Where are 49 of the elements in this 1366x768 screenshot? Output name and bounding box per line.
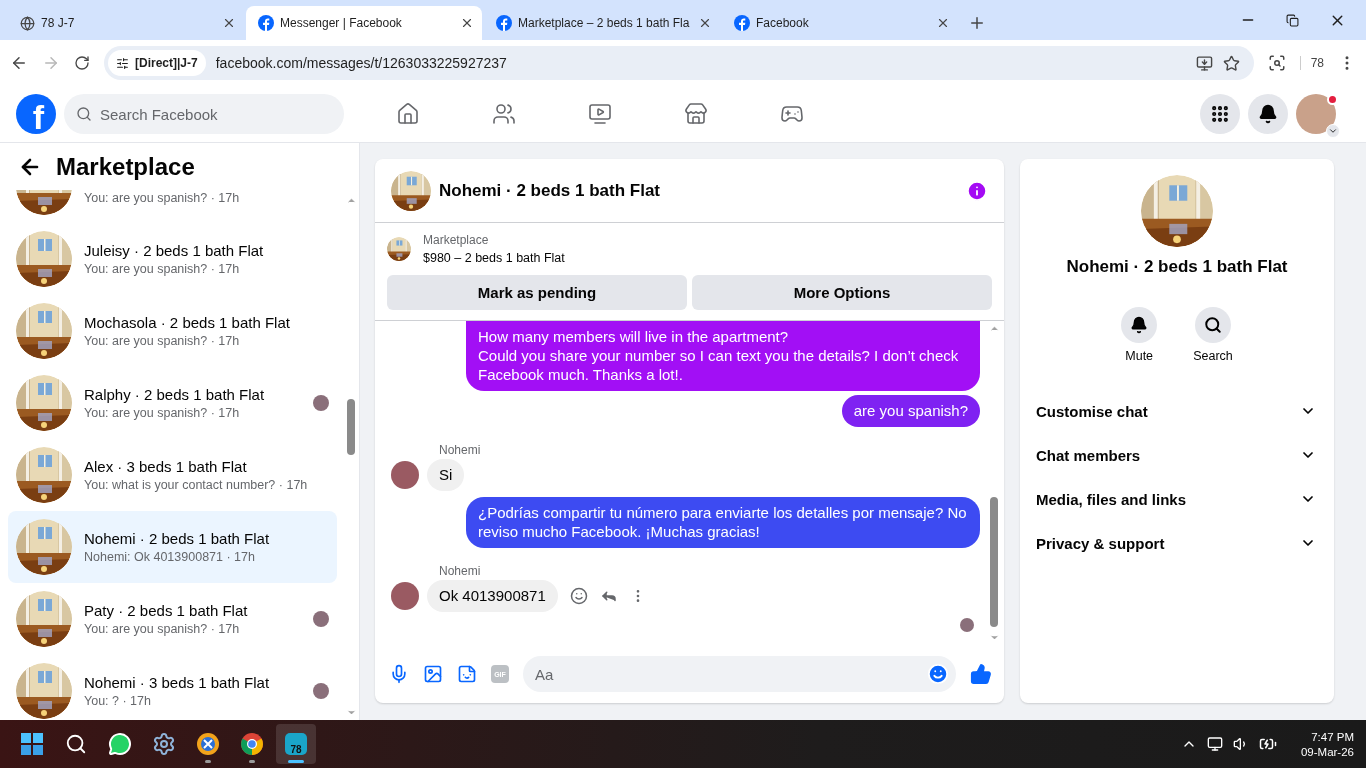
taskbar-button[interactable]: 78: [276, 724, 316, 764]
mark-pending-button[interactable]: Mark as pending: [387, 275, 687, 310]
browser-tab[interactable]: Facebook: [722, 6, 958, 40]
conversation-item[interactable]: Ralphy · 2 beds 1 bath Flat You: are you spanish? · 17h: [8, 367, 337, 439]
sidebar-title: Marketplace: [56, 152, 195, 181]
app-icon: 78: [285, 733, 307, 755]
listing-title[interactable]: $980 – 2 beds 1 bath Flat: [423, 251, 565, 265]
message-preview: You: are you spanish? · 17h: [84, 334, 241, 348]
listing-source: Marketplace: [423, 233, 490, 247]
sent-message: ¿Podrías compartir tu número para enviarte los detalles por mensaje? No reviso mucho Facebook. ¡Muchas gracias!: [466, 497, 980, 548]
action-label: Mute: [1125, 349, 1154, 363]
conversation-item[interactable]: Alex · 3 beds 1 bath Flat You: what is your contact number? · 17h: [8, 439, 337, 511]
section-header[interactable]: Customise chat: [1028, 389, 1326, 433]
conversation-item[interactable]: Paty · 2 beds 1 bath Flat You: are you spanish? · 17h: [8, 583, 337, 655]
chat-title: Nohemi · 2 beds 1 bath Flat: [439, 180, 662, 201]
message-preview: You: ? · 17h: [84, 694, 152, 708]
more-options-button[interactable]: More Options: [692, 275, 992, 310]
section-header[interactable]: Chat members: [1028, 433, 1326, 477]
sent-message: are you spanish?: [841, 395, 980, 427]
message-preview: You: what is your contact number? · 17h: [84, 478, 309, 492]
site-info-chip[interactable]: [Direct]|J-7: [108, 50, 206, 76]
sender-name: Nohemi: [439, 443, 482, 457]
contact-name: Nohemi · 2 beds 1 bath Flat: [1066, 257, 1288, 277]
conversation-item[interactable]: Nohemi · 3 beds 1 bath Flat You: ? · 17h: [8, 655, 337, 720]
clock[interactable]: 7:47 PM 09-Mar-26: [1300, 730, 1354, 758]
facebook-logo[interactable]: f: [16, 94, 56, 134]
section-header[interactable]: Privacy & support: [1028, 521, 1326, 565]
message-preview: You: are you spanish? · 17h: [84, 622, 241, 636]
message-preview: You: are you spanish? · 17h: [84, 190, 241, 205]
conversation-item[interactable]: Nohemi · 2 beds 1 bath Flat Nohemi: Ok 4013900871 · 17h: [8, 511, 337, 583]
received-message: Si: [427, 459, 465, 491]
sent-message: How many members will live in the apartment? Could you share your number so I can text you the details? I don’t check Facebook much. Thanks a lot!.: [466, 321, 980, 391]
message-preview: You: are you spanish? · 17h: [84, 262, 241, 276]
search-field[interactable]: Search Facebook: [64, 94, 344, 134]
message-preview: Nohemi: Ok 4013900871 · 17h: [84, 550, 256, 564]
conversation-item[interactable]: Juleisy · 2 beds 1 bath Flat You: are you spanish? · 17h: [8, 223, 337, 295]
browser-tab[interactable]: Marketplace – 2 beds 1 bath Fla: [484, 6, 720, 40]
profile-label[interactable]: 78: [1299, 56, 1324, 70]
browser-tab[interactable]: 78 J-7: [8, 6, 244, 40]
action-label: Search: [1193, 349, 1233, 363]
browser-tab[interactable]: Messenger | Facebook: [246, 6, 482, 40]
message-preview: You: are you spanish? · 17h: [84, 406, 241, 420]
section-header[interactable]: Media, files and links: [1028, 477, 1326, 521]
address-url[interactable]: facebook.com/messages/t/1263033225927237: [215, 55, 1186, 71]
received-message: Ok 4013900871: [427, 580, 558, 612]
message-field[interactable]: Aa: [523, 656, 956, 692]
conversation-item[interactable]: You: are you spanish? · 17h: [8, 190, 337, 223]
conversation-item[interactable]: Mochasola · 2 beds 1 bath Flat You: are you spanish? · 17h: [8, 295, 337, 367]
sender-name: Nohemi: [439, 564, 482, 578]
